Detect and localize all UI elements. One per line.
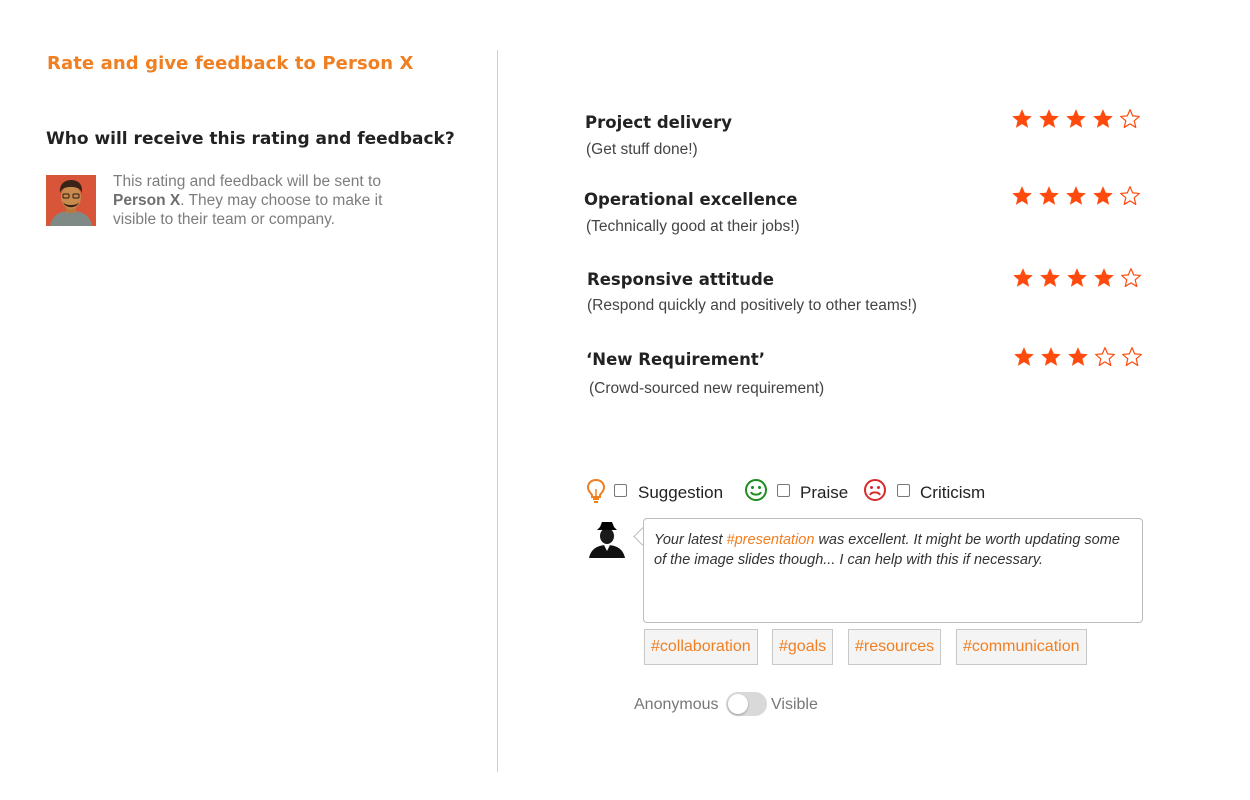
- star-empty-icon[interactable]: [1118, 184, 1142, 208]
- criterion-name: ‘New Requirement’: [586, 350, 765, 369]
- criterion-description: (Respond quickly and positively to other…: [587, 297, 917, 314]
- star-filled-icon[interactable]: [1066, 345, 1090, 369]
- recipient-note-prefix: This rating and feedback will be sent to: [113, 173, 381, 190]
- star-filled-icon[interactable]: [1091, 107, 1115, 131]
- star-rating: [1010, 184, 1142, 208]
- star-filled-icon[interactable]: [1091, 184, 1115, 208]
- star-filled-icon[interactable]: [1012, 345, 1036, 369]
- star-filled-icon[interactable]: [1064, 107, 1088, 131]
- tag-communication[interactable]: #communication: [956, 629, 1087, 665]
- star-filled-icon[interactable]: [1011, 266, 1035, 290]
- criterion-name: Operational excellence: [584, 190, 798, 209]
- toggle-knob: [728, 694, 748, 714]
- star-filled-icon[interactable]: [1038, 266, 1062, 290]
- star-filled-icon[interactable]: [1037, 107, 1061, 131]
- column-divider: [497, 50, 498, 772]
- star-filled-icon[interactable]: [1037, 184, 1061, 208]
- star-empty-icon[interactable]: [1093, 345, 1117, 369]
- recipient-avatar: [46, 175, 96, 226]
- star-filled-icon[interactable]: [1092, 266, 1116, 290]
- recipient-note: This rating and feedback will be sent to…: [113, 172, 413, 229]
- visibility-toggle[interactable]: [726, 692, 767, 716]
- visible-label: Visible: [771, 696, 818, 713]
- author-avatar: [587, 518, 627, 558]
- star-rating: [1012, 345, 1144, 369]
- lightbulb-icon: [586, 478, 606, 503]
- criticism-checkbox[interactable]: [897, 484, 910, 497]
- criterion-description: (Crowd-sourced new requirement): [589, 380, 825, 397]
- suggestion-checkbox[interactable]: [614, 484, 627, 497]
- smiley-icon: [745, 479, 767, 501]
- praise-label: Praise: [800, 483, 849, 502]
- praise-checkbox[interactable]: [777, 484, 790, 497]
- feedback-hashtag[interactable]: #presentation: [727, 532, 815, 548]
- star-filled-icon[interactable]: [1064, 184, 1088, 208]
- criticism-label: Criticism: [920, 483, 986, 502]
- tag-goals[interactable]: #goals: [772, 629, 834, 665]
- criterion-description: (Technically good at their jobs!): [586, 218, 800, 235]
- star-filled-icon[interactable]: [1010, 184, 1034, 208]
- tag-resources[interactable]: #resources: [848, 629, 942, 665]
- star-empty-icon[interactable]: [1120, 345, 1144, 369]
- star-empty-icon[interactable]: [1119, 266, 1143, 290]
- star-filled-icon[interactable]: [1065, 266, 1089, 290]
- star-empty-icon[interactable]: [1118, 107, 1142, 131]
- star-rating: [1011, 266, 1143, 290]
- anonymous-label: Anonymous: [634, 696, 719, 713]
- frown-icon: [864, 479, 886, 501]
- suggestion-label: Suggestion: [638, 483, 724, 502]
- tag-collaboration[interactable]: #collaboration: [644, 629, 758, 665]
- recipient-heading: Who will receive this rating and feedbac…: [46, 129, 455, 149]
- feedback-text-start: Your latest: [654, 532, 727, 548]
- criterion-name: Responsive attitude: [587, 270, 774, 289]
- star-filled-icon[interactable]: [1010, 107, 1034, 131]
- criterion-description: (Get stuff done!): [586, 141, 698, 158]
- feedback-textarea[interactable]: Your latest #presentation was excellent.…: [643, 518, 1143, 623]
- recipient-name: Person X: [113, 192, 181, 209]
- star-filled-icon[interactable]: [1039, 345, 1063, 369]
- star-rating: [1010, 107, 1142, 131]
- criterion-name: Project delivery: [585, 113, 732, 132]
- page-title: Rate and give feedback to Person X: [47, 53, 414, 74]
